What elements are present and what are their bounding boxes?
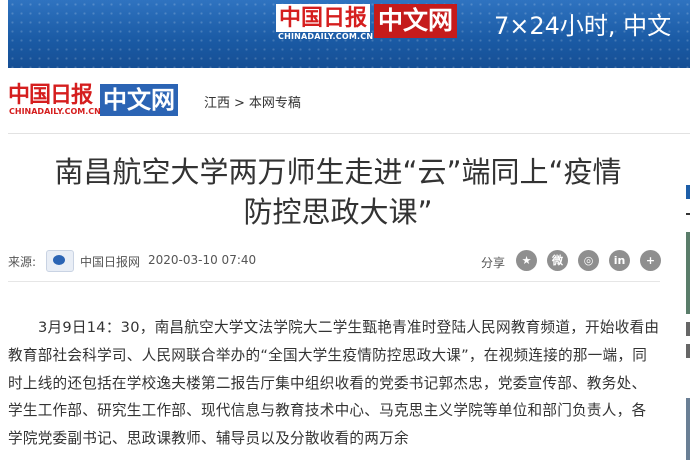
publish-date: 2020-03-10 07:40 [148,253,257,267]
sidebar-text-fragment[interactable] [686,344,690,358]
site-logo-zhongwenwang[interactable]: 中文网 [100,84,178,116]
source-logo-icon [46,250,74,272]
sidebar-heading-marker [686,185,690,199]
source-name[interactable]: 中国日报网 [80,253,140,270]
banner-slogan: 7×24小时, 中文 [494,12,672,40]
share-label: 分享 [481,256,506,270]
banner-logo: 中国日报 CHINADAILY.COM.CN 中文网 [276,2,482,42]
breadcrumb-special-report[interactable]: 本网专稿 [249,96,301,111]
banner-logo-zhongwenwang: 中文网 [374,4,458,38]
article-title: 南昌航空大学两万师生走进“云”端同上“疫情 防控思政大课” [8,152,668,232]
top-banner[interactable]: 中国日报 CHINADAILY.COM.CN 中文网 7×24小时, 中文 [8,0,690,68]
breadcrumb-separator: > [234,96,245,111]
plus-icon[interactable]: + [640,250,661,271]
star-icon[interactable]: ★ [516,250,537,271]
article-title-line-2: 防控思政大课” [243,195,433,229]
article-meta: 来源: 中国日报网 2020-03-10 07:40 分享 ★ 微 ◎ in + [8,250,661,272]
breadcrumb: 江西 > 本网专稿 [204,92,301,111]
breadcrumb-jiangxi[interactable]: 江西 [204,96,230,111]
site-logo-chinadaily[interactable]: 中国日报 [8,82,93,108]
banner-logo-chinadaily: 中国日报 [276,4,371,32]
sidebar-thumbnail[interactable] [686,232,690,314]
meta-divider [8,281,660,282]
linkedin-icon[interactable]: in [609,250,630,271]
article-body: 3月9日14：30，南昌航空大学文法学院大二学生甄艳青准时登陆人民网教育频道，开… [8,319,660,448]
banner-logo-url: CHINADAILY.COM.CN [278,32,374,41]
article-title-line-1: 南昌航空大学两万师生走进“云”端同上“疫情 [54,155,622,189]
site-logo-url: CHINADAILY.COM.CN [9,107,101,116]
wechat-icon[interactable]: ◎ [578,250,599,271]
sidebar-thumbnail[interactable] [686,398,690,460]
header-divider [8,133,690,134]
sidebar-divider [686,213,690,215]
sidebar-text-fragment[interactable] [686,322,690,336]
weibo-icon[interactable]: 微 [547,250,568,271]
source-label: 来源: [8,255,37,269]
site-header: 中国日报 CHINADAILY.COM.CN 中文网 江西 > 本网专稿 [8,82,668,120]
